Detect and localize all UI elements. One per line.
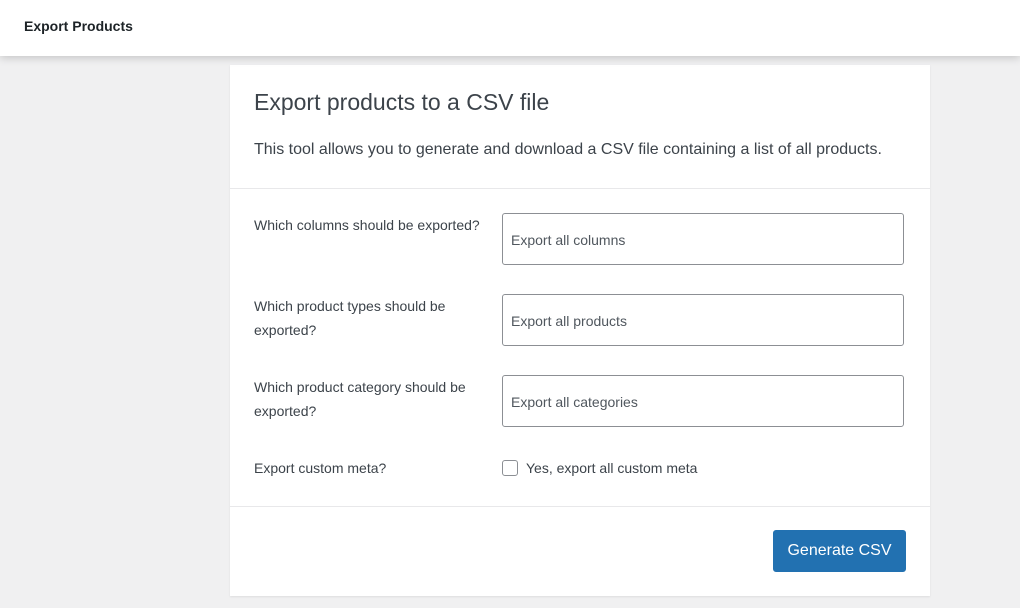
category-label: Which product category should be exporte…: [254, 379, 466, 419]
page-header-title: Export Products: [24, 18, 133, 34]
top-bar: Export Products: [0, 0, 1020, 56]
custom-meta-checkbox-label[interactable]: Yes, export all custom meta: [526, 460, 697, 476]
product-types-select-placeholder: Export all products: [511, 313, 627, 329]
custom-meta-label: Export custom meta?: [254, 460, 387, 476]
export-card: Export products to a CSV file This tool …: [230, 65, 930, 596]
card-footer: Generate CSV: [230, 507, 930, 597]
category-select-placeholder: Export all categories: [511, 394, 638, 410]
category-select[interactable]: Export all categories: [502, 375, 904, 427]
product-types-select[interactable]: Export all products: [502, 294, 904, 346]
columns-label: Which columns should be exported?: [254, 217, 480, 233]
card-title: Export products to a CSV file: [254, 89, 550, 115]
export-form: Which columns should be exported? Export…: [230, 189, 930, 507]
card-header: Export products to a CSV file This tool …: [230, 65, 930, 189]
custom-meta-option[interactable]: Yes, export all custom meta: [502, 460, 697, 476]
columns-select-placeholder: Export all columns: [511, 232, 626, 248]
custom-meta-checkbox[interactable]: [502, 460, 518, 476]
columns-select[interactable]: Export all columns: [502, 213, 904, 265]
generate-csv-button[interactable]: Generate CSV: [773, 530, 906, 572]
card-description: This tool allows you to generate and dow…: [254, 141, 882, 158]
product-types-label: Which product types should be exported?: [254, 298, 446, 338]
